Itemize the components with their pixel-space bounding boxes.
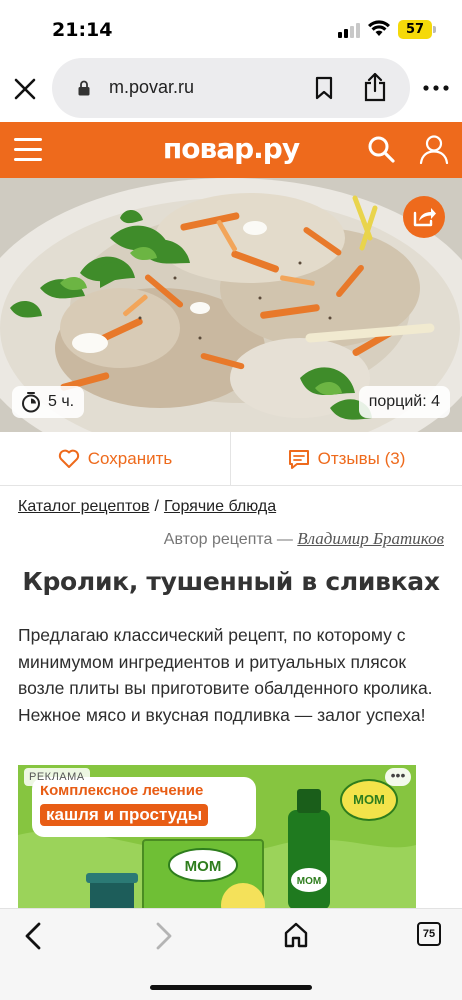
reviews-label: Отзывы (3) [317, 449, 406, 468]
breadcrumb-hot-dishes[interactable]: Горячие блюда [164, 498, 276, 515]
timer-icon [22, 392, 40, 413]
wifi-icon [368, 20, 390, 36]
recipe-actions: Сохранить Отзывы (3) [0, 432, 462, 486]
cook-time-badge: 5 ч. [12, 386, 85, 418]
status-time: 21:14 [52, 19, 113, 41]
share-recipe-button[interactable] [403, 196, 445, 238]
browser-toolbar: 75 [0, 908, 462, 1000]
cook-time-value: 5 ч. [48, 393, 75, 410]
share-icon[interactable] [363, 72, 387, 102]
cellular-signal-icon [338, 22, 362, 38]
ad-more-button[interactable]: ••• [385, 768, 411, 786]
author-name-link[interactable]: Владимир Братиков [297, 529, 444, 548]
forward-arrow-icon[interactable] [153, 921, 175, 951]
portions-badge: порций: 4 [358, 386, 450, 418]
svg-text:МОМ: МОМ [297, 876, 321, 887]
more-options-icon[interactable] [422, 84, 450, 92]
status-bar: 21:14 57 [0, 0, 462, 58]
recipe-author: Автор рецепта — Владимир Братиков [164, 529, 444, 549]
ad-headline-2: кашля и простуды [40, 804, 209, 826]
author-prefix: Автор рецепта — [163, 531, 293, 548]
save-label: Сохранить [87, 449, 173, 468]
back-arrow-icon[interactable] [22, 921, 44, 951]
url-text: m.povar.ru [109, 77, 195, 97]
comment-icon [288, 450, 309, 469]
share-arrow-icon [413, 208, 436, 227]
ad-banner[interactable]: МОМ МОМ Комплексное лечение кашля и прос… [18, 765, 416, 908]
battery-indicator: 57 [398, 20, 432, 39]
battery-tip [433, 26, 436, 33]
ad-label: РЕКЛАМА [24, 768, 90, 786]
lock-icon [78, 80, 90, 96]
reviews-button[interactable]: Отзывы (3) [231, 432, 462, 486]
ad-brand-logo: МОМ [340, 779, 398, 821]
user-profile-icon[interactable] [419, 134, 449, 164]
heart-icon [58, 449, 79, 468]
bookmark-icon[interactable] [314, 76, 334, 100]
home-icon[interactable] [283, 921, 309, 949]
save-recipe-button[interactable]: Сохранить [0, 432, 230, 486]
recipe-description: Предлагаю классический рецепт, по которо… [18, 625, 433, 725]
close-icon[interactable] [12, 76, 38, 102]
recipe-title: Кролик, тушенный в сливках [22, 567, 440, 596]
svg-text:МОМ: МОМ [185, 858, 222, 875]
breadcrumb-separator: / [154, 498, 159, 515]
home-indicator [150, 985, 312, 990]
tabs-count-button[interactable]: 75 [417, 922, 441, 946]
browser-url-row: m.povar.ru [0, 58, 462, 120]
site-header: повар.ру [0, 122, 462, 178]
breadcrumb: Каталог рецептов / Горячие блюда [18, 498, 276, 516]
search-icon[interactable] [367, 135, 395, 163]
address-bar[interactable]: m.povar.ru [52, 58, 410, 118]
breadcrumb-recipe-catalog[interactable]: Каталог рецептов [18, 498, 150, 515]
